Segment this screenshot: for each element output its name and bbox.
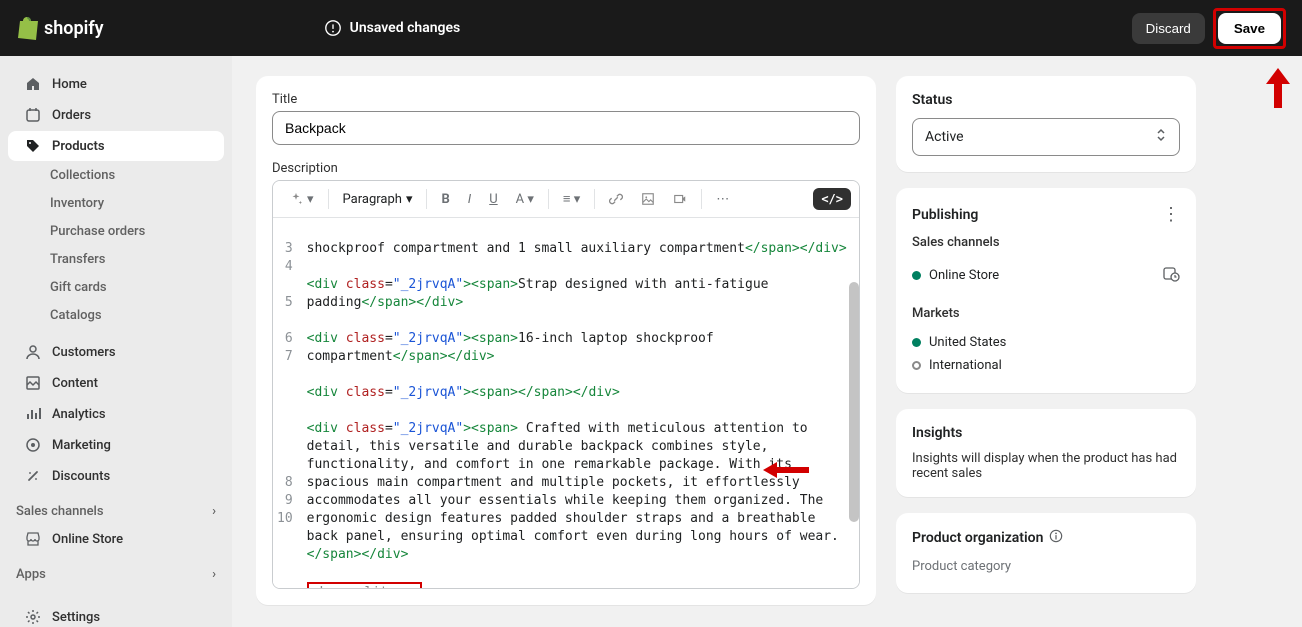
- text-color-button[interactable]: A ▾: [508, 188, 542, 211]
- save-button[interactable]: Save: [1218, 13, 1281, 44]
- paragraph-selector[interactable]: Paragraph ▾: [335, 188, 421, 211]
- orders-icon: [24, 106, 42, 124]
- online-store-icon: [24, 530, 42, 548]
- market-us: United States: [912, 331, 1180, 354]
- content-icon: [24, 374, 42, 392]
- line-gutter: 3 4 5 6 7 8 9 10: [273, 218, 301, 588]
- product-title-input[interactable]: [272, 111, 860, 145]
- nav-catalogs[interactable]: Catalogs: [8, 302, 224, 329]
- publishing-menu-button[interactable]: ⋮: [1162, 204, 1180, 225]
- main-content: Title Description ▾ Paragraph ▾ B I U A …: [232, 56, 1302, 627]
- italic-button[interactable]: I: [460, 188, 479, 211]
- gear-icon: [24, 608, 42, 626]
- bold-button[interactable]: B: [433, 188, 457, 211]
- top-bar: shopify Unsaved changes Discard Save: [0, 0, 1302, 56]
- underline-button[interactable]: U: [481, 188, 505, 211]
- chevron-right-icon: ›: [212, 504, 216, 519]
- nav-transfers[interactable]: Transfers: [8, 246, 224, 273]
- unsaved-changes: Unsaved changes: [324, 19, 461, 37]
- video-button[interactable]: [665, 188, 695, 210]
- nav-discounts[interactable]: Discounts: [8, 461, 224, 491]
- save-highlight-annotation: Save: [1213, 8, 1286, 49]
- nav-collections[interactable]: Collections: [8, 162, 224, 189]
- editor-toolbar: ▾ Paragraph ▾ B I U A ▾ ≡ ▾: [273, 181, 859, 218]
- nav-products[interactable]: Products: [8, 131, 224, 161]
- products-icon: [24, 137, 42, 155]
- description-label: Description: [272, 161, 860, 176]
- select-chevron-icon: [1155, 127, 1167, 147]
- sales-channels-label: Sales channels: [912, 235, 1180, 250]
- insights-text: Insights will display when the product h…: [912, 451, 1180, 481]
- image-button[interactable]: [633, 188, 663, 210]
- nav-orders[interactable]: Orders: [8, 100, 224, 130]
- markets-label: Markets: [912, 306, 1180, 321]
- nav-purchase-orders[interactable]: Purchase orders: [8, 218, 224, 245]
- insights-card: Insights Insights will display when the …: [896, 409, 1196, 497]
- brand-text: shopify: [44, 18, 104, 39]
- nav-analytics[interactable]: Analytics: [8, 399, 224, 429]
- status-dot-active: [912, 338, 921, 347]
- html-code-editor[interactable]: 3 4 5 6 7 8 9 10 shockproof compartment …: [273, 218, 859, 588]
- nav-sales-channels-header[interactable]: Sales channels›: [0, 492, 232, 523]
- channel-online-store: Online Store: [912, 260, 1180, 290]
- insights-title: Insights: [912, 425, 1180, 441]
- market-international: International: [912, 354, 1180, 377]
- nav-inventory[interactable]: Inventory: [8, 190, 224, 217]
- nav-content[interactable]: Content: [8, 368, 224, 398]
- status-card: Status Active: [896, 76, 1196, 172]
- sidebar: Home Orders Products Collections Invento…: [0, 56, 232, 627]
- alert-icon: [324, 19, 342, 37]
- shopify-bag-icon: [16, 16, 38, 40]
- title-description-card: Title Description ▾ Paragraph ▾ B I U A …: [256, 76, 876, 605]
- nav-settings[interactable]: Settings: [8, 602, 224, 627]
- info-icon[interactable]: [1049, 529, 1063, 547]
- status-dot-inactive: [912, 361, 921, 370]
- editor-scrollbar[interactable]: [849, 282, 859, 522]
- product-org-title: Product organization: [912, 529, 1180, 547]
- chevron-down-icon: ▾: [406, 192, 413, 207]
- nav-online-store[interactable]: Online Store: [8, 524, 224, 554]
- nav-customers[interactable]: Customers: [8, 337, 224, 367]
- split-comment-highlighted: <!-- split -->: [307, 582, 423, 588]
- status-select[interactable]: Active: [912, 118, 1180, 156]
- nav-marketing[interactable]: Marketing: [8, 430, 224, 460]
- ai-generate-button[interactable]: ▾: [281, 188, 322, 211]
- marketing-icon: [24, 436, 42, 454]
- publishing-title: Publishing: [912, 207, 978, 223]
- customers-icon: [24, 343, 42, 361]
- nav-home[interactable]: Home: [8, 69, 224, 99]
- status-dot-active: [912, 271, 921, 280]
- publishing-card: Publishing ⋮ Sales channels Online Store…: [896, 188, 1196, 393]
- link-button[interactable]: [601, 188, 631, 210]
- description-editor: ▾ Paragraph ▾ B I U A ▾ ≡ ▾: [272, 180, 860, 589]
- code-content[interactable]: shockproof compartment and 1 small auxil…: [301, 218, 859, 588]
- product-organization-card: Product organization Product category: [896, 513, 1196, 593]
- chevron-right-icon: ›: [212, 567, 216, 582]
- more-button[interactable]: ⋯: [708, 188, 737, 211]
- schedule-icon[interactable]: [1162, 264, 1180, 286]
- nav-apps-header[interactable]: Apps›: [0, 555, 232, 586]
- discounts-icon: [24, 467, 42, 485]
- home-icon: [24, 75, 42, 93]
- nav-gift-cards[interactable]: Gift cards: [8, 274, 224, 301]
- shopify-logo: shopify: [16, 16, 104, 40]
- product-category-label: Product category: [912, 557, 1180, 577]
- analytics-icon: [24, 405, 42, 423]
- status-title: Status: [912, 92, 1180, 108]
- align-button[interactable]: ≡ ▾: [555, 187, 588, 211]
- discard-button[interactable]: Discard: [1132, 13, 1205, 44]
- title-label: Title: [272, 92, 860, 107]
- html-view-toggle[interactable]: </>: [813, 188, 851, 210]
